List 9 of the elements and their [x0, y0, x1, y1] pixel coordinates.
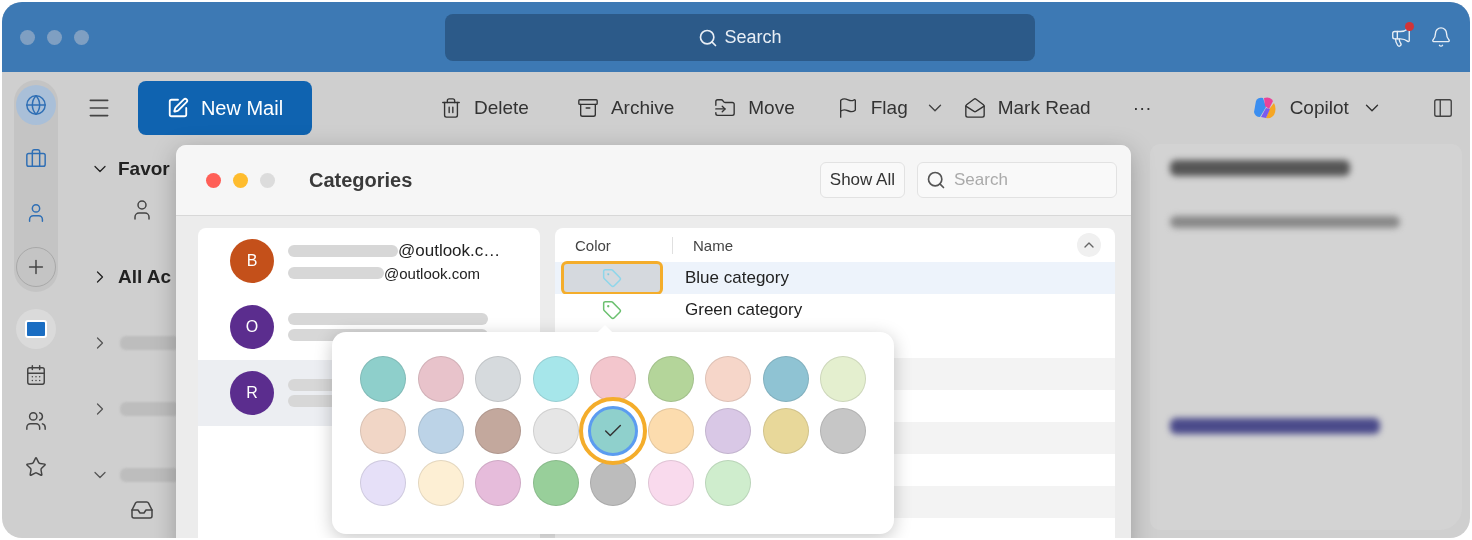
account-email: @outlook.com: [384, 264, 481, 282]
avatar: R: [230, 371, 274, 415]
search-placeholder: Search: [724, 27, 782, 48]
category-name: Green category: [685, 300, 803, 320]
avatar: B: [230, 239, 274, 283]
dialog-title: Categories: [309, 168, 413, 192]
account-email: @outlook.c…: [398, 240, 501, 261]
category-name: Blue category: [685, 268, 789, 288]
avatar: O: [230, 305, 274, 349]
